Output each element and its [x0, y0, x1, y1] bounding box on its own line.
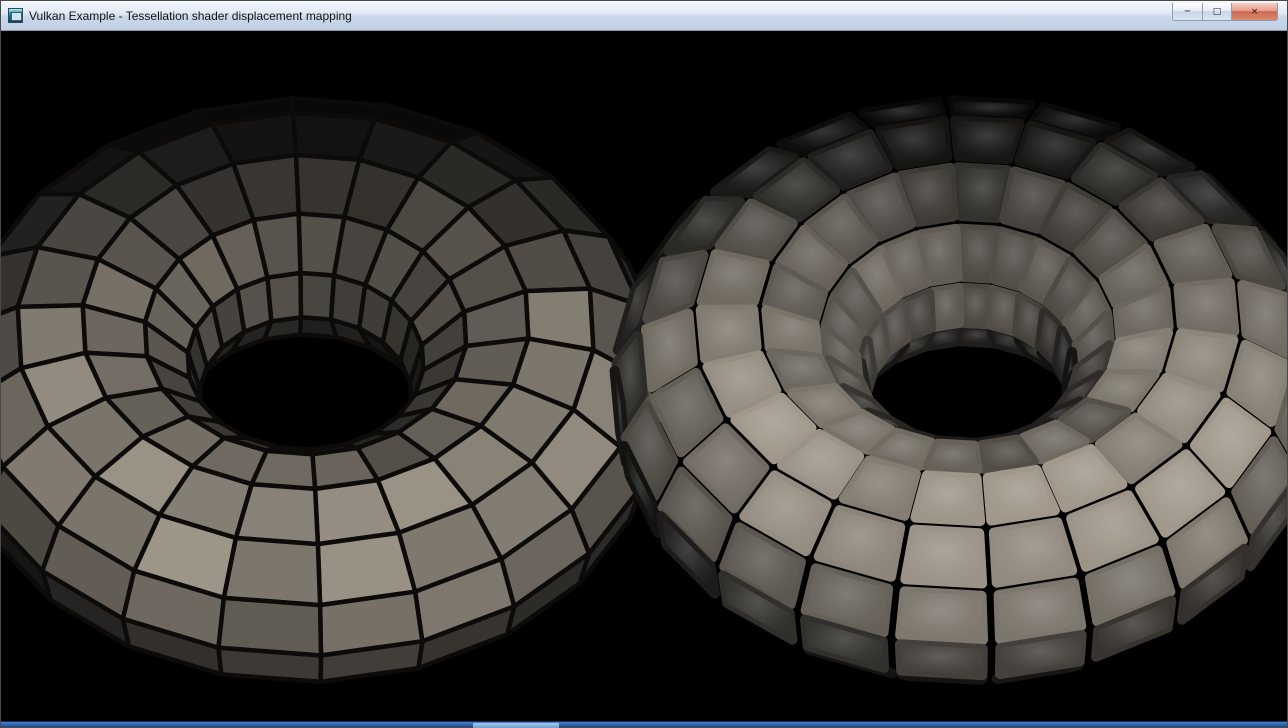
minimize-button[interactable]: ─	[1172, 3, 1202, 21]
app-icon	[8, 8, 23, 23]
app-window: Vulkan Example - Tessellation shader dis…	[0, 0, 1288, 728]
tessellation-render	[1, 31, 1287, 721]
titlebar[interactable]: Vulkan Example - Tessellation shader dis…	[1, 1, 1287, 31]
close-button[interactable]: ×	[1232, 3, 1278, 21]
taskbar-highlight	[473, 723, 559, 728]
window-title: Vulkan Example - Tessellation shader dis…	[29, 9, 352, 23]
maximize-button[interactable]: □	[1202, 3, 1232, 21]
render-viewport[interactable]	[1, 31, 1287, 721]
window-controls: ─ □ ×	[1172, 3, 1278, 21]
taskbar-strip[interactable]	[1, 721, 1287, 727]
